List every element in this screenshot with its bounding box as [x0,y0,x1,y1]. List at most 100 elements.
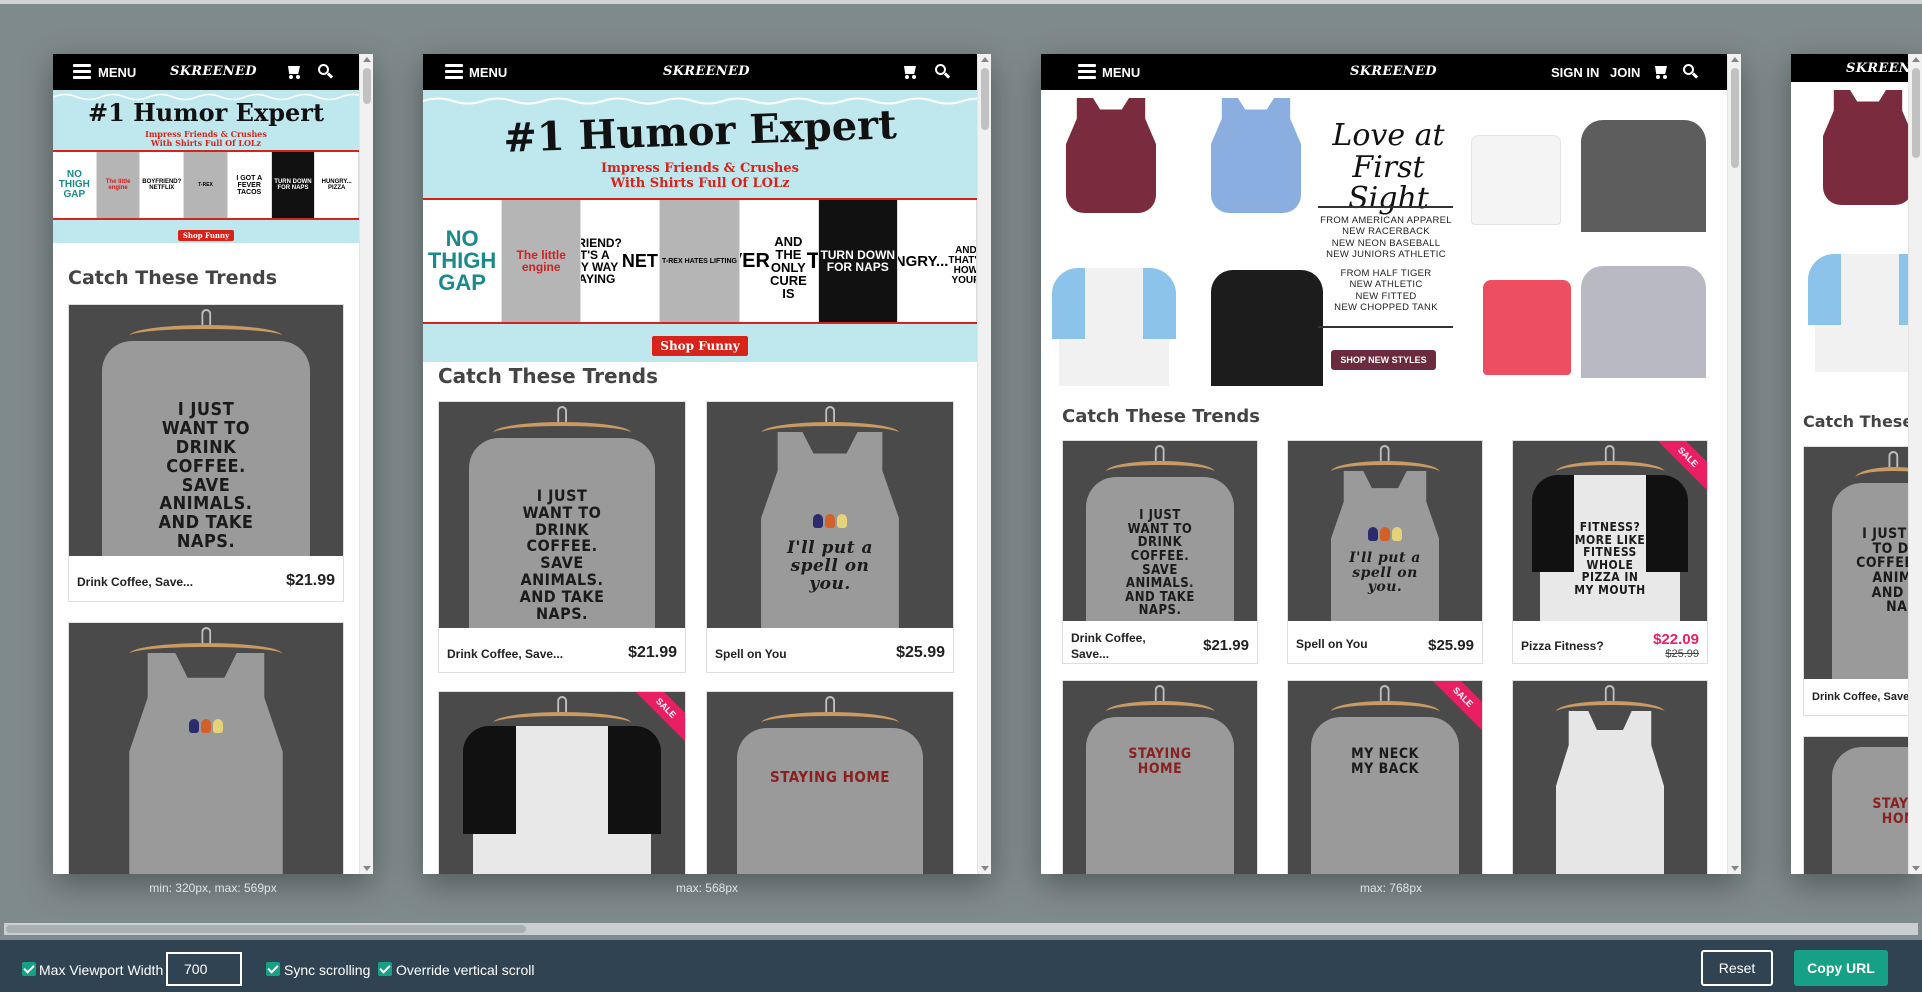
hero-tank-maroon[interactable] [1823,90,1913,205]
product-name[interactable]: Drink Coffee, Save... [1812,691,1918,703]
sign-in-link[interactable]: SIGN IN [1551,65,1599,80]
site-logo[interactable]: SKREENED [663,64,750,79]
frame-caption: max: 568px [675,881,739,895]
product-card[interactable]: FITNESS? MORE LIKE FITNESS WHOLE PIZZA I… [1512,440,1708,664]
product-name[interactable]: Drink Coffee, Save... [1071,631,1171,662]
browser-top-edge [0,0,1922,4]
hero-tee-charcoal[interactable] [1581,120,1706,232]
product-card[interactable]: I'll put a spell on you. Spell on You $2… [706,401,954,673]
hero-tee-grey[interactable] [1581,266,1706,378]
product-card[interactable]: I JUST WANT TO DRINK COFFEE. SAVE ANIMAL… [68,304,344,602]
menu-icon[interactable] [73,64,91,80]
product-name[interactable]: Spell on You [715,647,787,661]
shop-funny-button[interactable]: Shop Funny [652,336,748,356]
preview-frame-320[interactable]: MENU SKREENED #1 Humor Expert Impress Fr… [53,54,373,874]
new-styles-hero[interactable]: Love at First Sight FROM AMERICAN APPARE… [1041,90,1741,405]
banner-title: #1 Humor Expert [502,101,898,162]
banner-tiles: NOTHIGHGAP The littleengine BOYFRIEND?TH… [423,198,977,324]
horizontal-scroll-thumb[interactable] [6,925,526,933]
product-card[interactable]: MY NECK MY BACK SALE [1287,680,1483,874]
menu-label[interactable]: MENU [1102,65,1140,80]
witches-graphic [1368,523,1402,549]
tile-netflix: BOYFRIEND? NETFLIX [140,152,185,218]
search-icon[interactable] [1683,64,1699,80]
product-image[interactable]: I JUST WANT TO DRINK COFFEE. SAVE ANIMAL… [69,305,343,556]
site-header: SKREENED [1791,54,1922,82]
product-card[interactable]: STAYING HOME [706,691,954,874]
sync-scrolling-label[interactable]: Sync scrolling [284,962,370,978]
search-icon[interactable] [935,64,951,80]
cart-icon[interactable] [1653,66,1669,79]
reset-button[interactable]: Reset [1701,950,1773,986]
product-image[interactable]: SALE [439,692,685,874]
product-image[interactable] [1513,681,1707,874]
search-icon[interactable] [318,64,334,80]
product-card[interactable] [68,622,344,874]
tile-pizza: HUNGRY... PIZZA [315,152,359,218]
product-image[interactable]: MY NECK MY BACK SALE [1288,681,1482,874]
product-image[interactable]: I'll put a spell on you. [707,402,953,628]
product-card[interactable]: STAYING HOME [1062,680,1258,874]
hero-raglan-blue[interactable] [1052,268,1176,386]
product-image[interactable]: I JUST WANT TO DRINK COFFEE. SAVE ANIMAL… [1063,441,1257,621]
feature-line: NEW RACERBACK [1342,226,1430,238]
product-image[interactable]: STAYING HOME [707,692,953,874]
horizontal-scrollbar[interactable] [4,923,1918,935]
product-image[interactable]: I JUST WANT TO DRINK COFFEE. SAVE ANIMAL… [439,402,685,628]
override-scroll-checkbox[interactable] [378,962,392,976]
join-link[interactable]: JOIN [1610,65,1640,80]
cart-icon[interactable] [902,66,918,79]
site-logo[interactable]: SKREENED [170,64,257,79]
product-print: I JUST WANT TO DRINK COFFEE. SAVE ANIMAL… [158,399,254,553]
tile-tacos: I GOT A FEVER TACOS [228,152,272,218]
hero-raglan-blue[interactable] [1808,254,1922,372]
shop-funny-button[interactable]: Shop Funny [178,230,234,241]
product-image[interactable]: STAYING HOME [1063,681,1257,874]
hero-crop-red[interactable] [1483,280,1571,375]
cart-icon[interactable] [286,66,302,79]
product-card[interactable]: I JUST WANT TO DRINK COFFEE. SAVE ANIMAL… [1803,446,1922,716]
product-image[interactable] [69,623,343,874]
product-card[interactable]: I'll put a spell on you. Spell on You $2… [1287,440,1483,664]
max-viewport-checkbox[interactable] [22,962,36,976]
product-name[interactable]: Spell on You [1296,637,1368,651]
humor-banner[interactable]: #1 Humor Expert Impress Friends & Crushe… [53,90,359,243]
product-image[interactable]: I JUST WANT TO DRINK COFFEE. SAVE ANIMAL… [1804,447,1922,679]
preview-frame-768[interactable]: MENU SKREENED SIGN IN JOIN Love at First… [1041,54,1741,874]
product-print: FITNESS? MORE LIKE FITNESS WHOLE PIZZA I… [1574,520,1646,597]
max-viewport-input[interactable]: 700 [166,952,242,986]
product-name[interactable]: Pizza Fitness? [1521,639,1604,653]
frame-caption: min: 320px, max: 569px [149,881,277,895]
product-name[interactable]: Drink Coffee, Save... [77,575,193,589]
sync-scrolling-checkbox[interactable] [266,962,280,976]
product-image[interactable]: STAYING HOME [1804,737,1922,874]
override-scroll-label[interactable]: Override vertical scroll [396,962,534,978]
product-card[interactable]: SALE [438,691,686,874]
product-card[interactable]: I JUST WANT TO DRINK COFFEE. SAVE ANIMAL… [1062,440,1258,664]
product-name[interactable]: Drink Coffee, Save... [447,647,563,661]
preview-frame-568[interactable]: MENU SKREENED #1 Humor Expert Impress Fr… [423,54,991,874]
humor-banner[interactable]: #1 Humor Expert Impress Friends & Crushe… [423,90,977,362]
hero-tank-blue[interactable] [1211,98,1301,213]
banner-tiles: NO THIGH GAP The little engine BOYFRIEND? NE… [53,150,359,220]
frame-scrollbar[interactable] [977,54,991,874]
copy-url-button[interactable]: Copy URL [1794,950,1888,986]
menu-icon[interactable] [445,64,463,80]
menu-label[interactable]: MENU [98,65,136,80]
menu-icon[interactable] [1078,64,1096,80]
max-viewport-label[interactable]: Max Viewport Width [39,962,163,978]
site-logo[interactable]: SKREENED [1350,64,1437,79]
shop-new-styles-button[interactable]: SHOP NEW STYLES [1331,350,1436,370]
frame-scrollbar[interactable] [359,54,373,874]
hero-crop-white[interactable] [1471,135,1561,225]
frame-scrollbar[interactable] [1908,54,1922,874]
product-card[interactable]: I JUST WANT TO DRINK COFFEE. SAVE ANIMAL… [438,401,686,673]
frame-scrollbar[interactable] [1727,54,1741,874]
product-card[interactable] [1512,680,1708,874]
product-image[interactable]: I'll put a spell on you. [1288,441,1482,621]
menu-label[interactable]: MENU [469,65,507,80]
product-card[interactable]: STAYING HOME [1803,736,1922,874]
hero-tank-maroon[interactable] [1066,98,1156,213]
preview-frame-partial[interactable]: SKREENED Catch These Trends I JUST WANT … [1791,54,1922,874]
product-image[interactable]: FITNESS? MORE LIKE FITNESS WHOLE PIZZA I… [1513,441,1707,621]
